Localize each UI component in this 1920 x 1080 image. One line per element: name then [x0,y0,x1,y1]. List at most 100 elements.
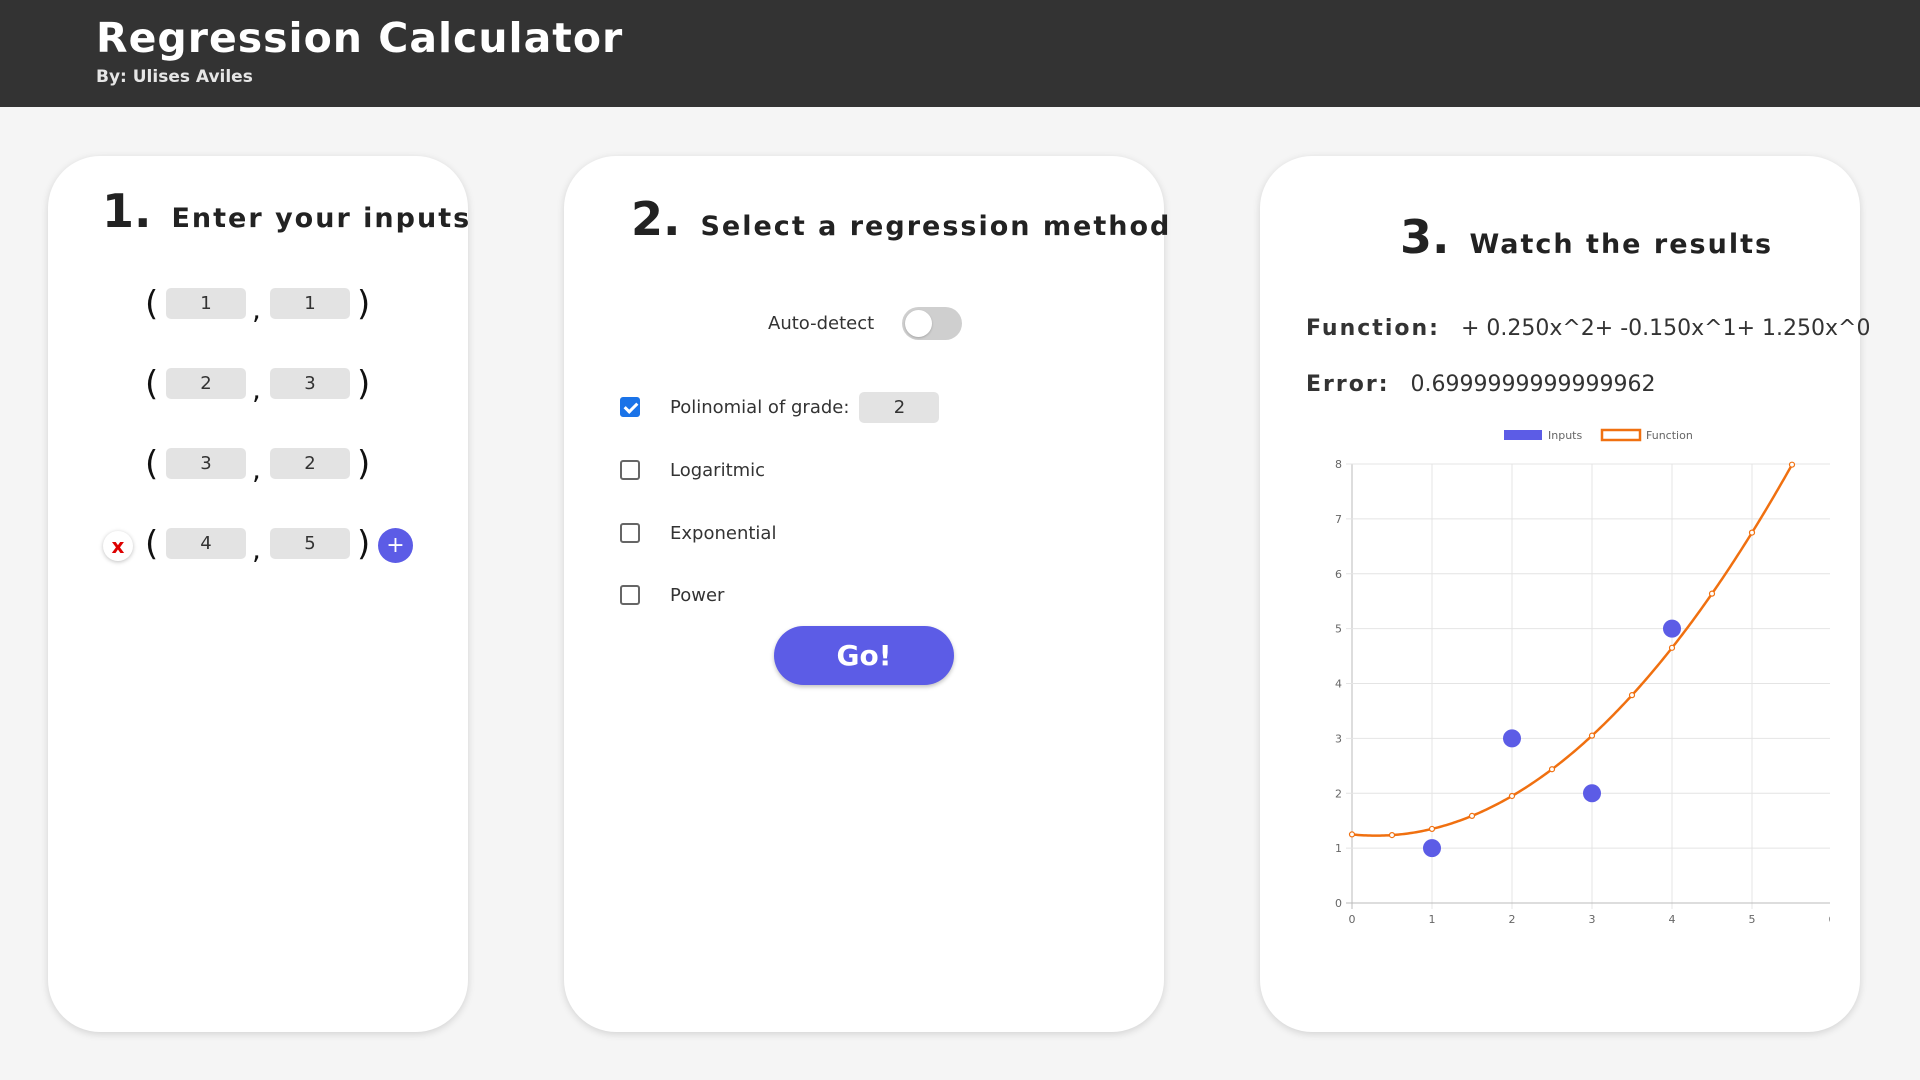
results-step-heading: 3. Watch the results [1400,210,1773,264]
close-paren: ) [357,524,371,564]
input-pair-row: ( , ) [48,364,468,406]
method-option-logarithmic: Logaritmic [620,455,765,485]
method-label: Exponential [670,522,777,544]
legend-swatch-inputs [1504,430,1542,440]
open-paren: ( [145,524,159,564]
error-label: Error: [1306,372,1390,397]
method-card: 2. Select a regression method Auto-detec… [564,156,1169,1032]
app-author: By: Ulises Aviles [96,67,253,87]
step-number: 1. [102,184,152,238]
close-paren: ) [357,444,371,484]
remove-pair-button[interactable]: x [103,531,133,561]
exponential-checkbox[interactable] [620,523,640,543]
grade-input[interactable] [859,391,940,423]
input-pair-row: x ( , ) + [48,524,468,566]
function-point [1668,644,1676,651]
close-paren: ) [357,284,371,324]
function-point [1788,461,1796,468]
comma: , [252,293,261,326]
auto-detect-toggle[interactable] [902,306,963,340]
app-title: Regression Calculator [96,14,624,62]
x-tick-label: 0 [1349,913,1356,926]
app-header: Regression Calculator By: Ulises Aviles [0,0,1920,107]
x-tick-label: 3 [1589,913,1596,926]
power-checkbox[interactable] [620,585,640,605]
legend-label-function: Function [1646,429,1693,442]
go-button[interactable]: Go! [774,626,954,685]
function-point [1508,792,1516,800]
input-point [1423,839,1441,858]
y-tick-label: 2 [1335,787,1342,800]
comma: , [252,533,261,566]
function-label: Function: [1306,316,1440,341]
regression-chart: 0 1 2 3 4 5 6 0 1 2 3 4 5 6 7 8 Inputs Function [1335,428,1831,926]
y-value-input[interactable] [270,448,350,479]
auto-detect-label: Auto-detect [768,312,875,334]
input-pair-row: ( , ) [48,284,468,326]
y-tick-label: 3 [1335,732,1342,745]
open-paren: ( [145,444,159,484]
method-label: Polinomial of grade: [670,396,850,418]
error-result: Error: 0.6999999999999962 [1306,372,1655,397]
x-tick-label: 5 [1749,913,1756,926]
function-point [1468,812,1476,819]
x-value-input[interactable] [166,528,246,559]
input-point [1503,729,1521,748]
function-point [1388,831,1396,839]
function-point [1588,732,1596,739]
x-value-input[interactable] [166,448,246,479]
y-tick-label: 7 [1335,513,1342,526]
y-tick-label: 4 [1335,678,1342,691]
x-tick-label: 4 [1669,913,1676,926]
method-option-power: Power [620,580,724,610]
open-paren: ( [145,284,159,324]
function-point [1748,529,1756,536]
x-tick-label: 2 [1509,913,1516,926]
step-title: Select a regression method [700,211,1172,242]
legend-label-inputs: Inputs [1548,429,1582,442]
y-tick-label: 5 [1335,623,1342,636]
add-pair-button[interactable]: + [378,528,413,563]
x-tick-label: 1 [1429,913,1436,926]
comma: , [252,373,261,406]
y-tick-label: 6 [1335,568,1342,581]
function-point [1628,692,1636,699]
function-point [1548,766,1556,773]
function-point [1708,590,1716,597]
inputs-card: 1. Enter your inputs ( , ) ( , ) ( , ) x… [48,156,471,1032]
inputs-step-heading: 1. Enter your inputs [102,184,471,238]
toggle-knob [905,309,933,337]
open-paren: ( [145,364,159,404]
error-value: 0.6999999999999962 [1410,372,1656,397]
input-point [1663,619,1681,638]
function-result: Function: + 0.250x^2+ -0.150x^1+ 1.250x^… [1306,316,1870,341]
method-step-heading: 2. Select a regression method [631,192,1171,246]
method-label: Power [670,584,725,606]
step-number: 2. [631,192,681,246]
polynomial-checkbox[interactable] [620,397,640,417]
method-label: Logaritmic [670,459,766,481]
step-number: 3. [1400,210,1450,264]
y-value-input[interactable] [270,528,350,559]
y-value-input[interactable] [270,368,350,399]
logarithmic-checkbox[interactable] [620,460,640,480]
input-point [1583,784,1601,803]
y-value-input[interactable] [270,288,350,319]
auto-detect-row: Auto-detect [768,306,963,340]
close-paren: ) [357,364,371,404]
function-value: + 0.250x^2+ -0.150x^1+ 1.250x^0 [1460,316,1871,341]
y-tick-label: 1 [1335,842,1342,855]
method-option-polynomial: Polinomial of grade: [620,391,940,423]
results-card: 3. Watch the results Function: + 0.250x^… [1260,156,1870,1032]
step-title: Watch the results [1469,229,1774,260]
y-tick-label: 0 [1335,897,1342,910]
legend-swatch-function [1600,428,1642,442]
function-curve [1351,464,1794,837]
function-point [1428,825,1436,833]
y-tick-label: 8 [1335,458,1342,471]
x-value-input[interactable] [166,368,246,399]
x-tick-label: 6 [1829,913,1831,926]
function-point [1348,831,1356,838]
input-pair-row: ( , ) [48,444,468,486]
x-value-input[interactable] [166,288,246,319]
